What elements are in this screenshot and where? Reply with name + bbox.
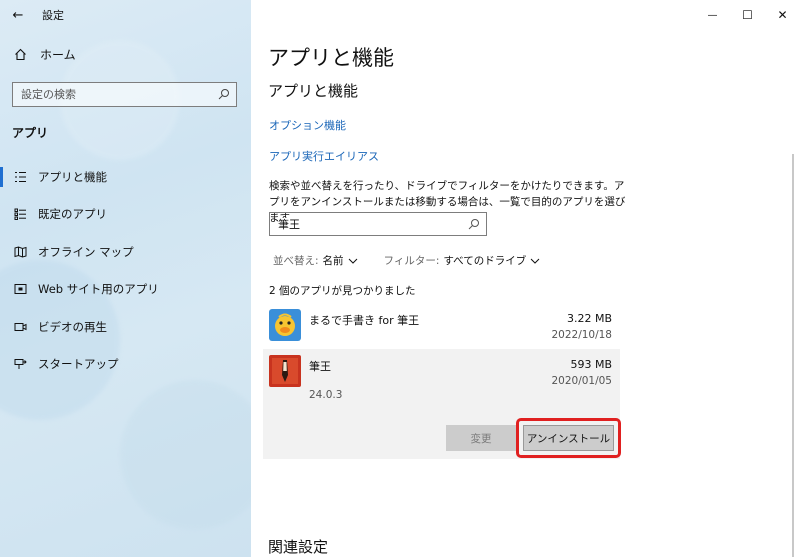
sort-label: 並べ替え:: [273, 255, 319, 267]
default-apps-icon: [12, 208, 28, 221]
page-title: アプリと機能: [268, 46, 394, 70]
sidebar-item-default-apps[interactable]: 既定のアプリ: [0, 196, 251, 234]
sidebar-item-apps-features[interactable]: アプリと機能: [0, 158, 251, 196]
sidebar-item-label: オフライン マップ: [38, 244, 134, 259]
startup-icon: [12, 358, 28, 370]
minimize-icon: —: [707, 9, 718, 21]
sidebar-item-apps-for-websites[interactable]: Web サイト用のアプリ: [0, 271, 251, 309]
window-title: 設定: [42, 9, 64, 22]
search-icon[interactable]: [218, 85, 230, 104]
scrollbar[interactable]: [792, 154, 794, 557]
settings-search-input[interactable]: [21, 88, 211, 101]
close-button[interactable]: ✕: [765, 0, 800, 30]
title-bar: ← 設定: [0, 0, 251, 30]
sidebar: ← 設定 ホーム アプリ アプリと機能 既定のアプリ: [0, 0, 251, 557]
sidebar-nav: アプリと機能 既定のアプリ オフライン マップ Web サイト用のアプリ ビデオ…: [0, 158, 251, 383]
search-icon[interactable]: [468, 215, 480, 234]
section-label: アプリ: [12, 126, 49, 140]
sort-filter-row: 並べ替え: 名前 フィルター: すべてのドライブ: [273, 253, 566, 268]
minimize-button[interactable]: —: [695, 0, 730, 30]
apps-for-websites-icon: [12, 283, 28, 295]
app-size: 3.22 MB: [566, 312, 612, 325]
app-install-date: 2022/10/18: [551, 329, 612, 341]
uninstall-button[interactable]: アンインストール: [523, 425, 614, 451]
sidebar-item-startup[interactable]: スタートアップ: [0, 346, 251, 384]
close-icon: ✕: [777, 8, 788, 22]
main-content: — ☐ ✕ アプリと機能 アプリと機能 オプション機能 アプリ実行エイリアス 検…: [251, 0, 800, 557]
filter-label: フィルター:: [383, 255, 440, 267]
home-label: ホーム: [40, 48, 76, 62]
app-list-item-selected[interactable]: 筆王 593 MB 2020/01/05 24.0.3 変更 アンインストール: [263, 349, 621, 459]
modify-button[interactable]: 変更: [446, 425, 516, 451]
home-icon: [12, 48, 28, 61]
sidebar-item-home[interactable]: ホーム: [12, 46, 76, 63]
app-execution-aliases-link[interactable]: アプリ実行エイリアス: [269, 148, 379, 164]
app-version: 24.0.3: [309, 389, 343, 401]
chevron-down-icon[interactable]: [348, 253, 358, 268]
duck-app-icon: [269, 309, 301, 341]
results-count: 2 個のアプリが見つかりました: [269, 285, 416, 297]
window-controls: — ☐ ✕: [695, 0, 800, 30]
sidebar-item-label: アプリと機能: [38, 169, 107, 184]
offline-maps-icon: [12, 246, 28, 258]
app-install-date: 2020/01/05: [551, 375, 612, 387]
app-name: まるで手書き for 筆王: [309, 314, 420, 327]
background-decoration: [120, 380, 251, 530]
sidebar-item-label: ビデオの再生: [38, 319, 107, 334]
back-button[interactable]: ←: [0, 0, 36, 30]
settings-search-box[interactable]: [12, 82, 237, 107]
app-search-box[interactable]: [269, 212, 487, 236]
app-name: 筆王: [309, 360, 331, 373]
sidebar-item-label: スタートアップ: [38, 357, 119, 372]
sidebar-item-video-playback[interactable]: ビデオの再生: [0, 308, 251, 346]
back-arrow-icon: ←: [12, 7, 24, 23]
app-search-input[interactable]: [278, 217, 448, 231]
maximize-button[interactable]: ☐: [730, 0, 765, 30]
related-settings-heading: 関連設定: [268, 538, 329, 556]
brush-app-icon: [269, 355, 301, 387]
maximize-icon: ☐: [742, 8, 753, 22]
sidebar-item-label: Web サイト用のアプリ: [38, 282, 159, 297]
sidebar-item-label: 既定のアプリ: [38, 207, 107, 222]
chevron-down-icon[interactable]: [530, 253, 540, 268]
video-playback-icon: [12, 321, 28, 333]
section-heading: アプリと機能: [268, 82, 359, 100]
sort-dropdown[interactable]: 名前: [323, 253, 344, 268]
optional-features-link[interactable]: オプション機能: [269, 117, 346, 133]
app-size: 593 MB: [570, 358, 612, 371]
apps-features-icon: [12, 171, 28, 183]
filter-dropdown[interactable]: すべてのドライブ: [443, 253, 526, 268]
sidebar-item-offline-maps[interactable]: オフライン マップ: [0, 233, 251, 271]
app-list-item[interactable]: まるで手書き for 筆王 3.22 MB 2022/10/18: [263, 303, 620, 349]
